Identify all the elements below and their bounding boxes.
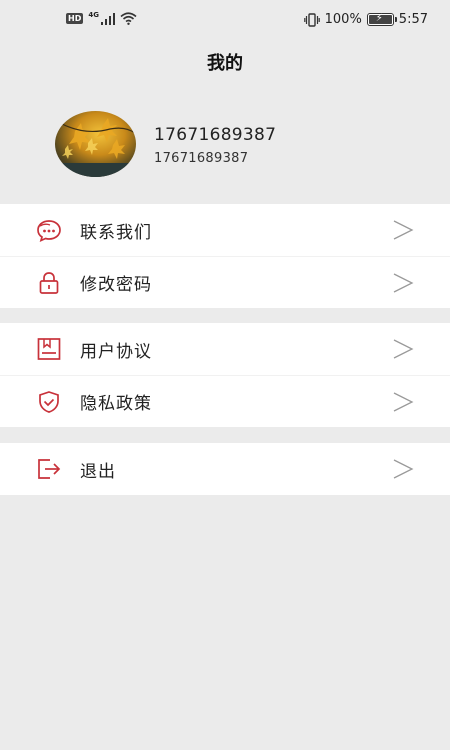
status-bar: HD 4G 100% ⚡ 5:57: [0, 0, 450, 42]
chevron-right-icon: [393, 392, 414, 412]
status-left: HD 4G: [66, 10, 137, 25]
profile-section[interactable]: 17671689387 17671689387: [55, 111, 415, 179]
menu-item-logout[interactable]: 退出: [0, 443, 450, 495]
menu-label-user-agreement: 用户协议: [80, 341, 152, 362]
menu-label-logout: 退出: [80, 461, 116, 482]
profile-phone: 17671689387: [154, 151, 249, 166]
menu-group-legal: 用户协议 隐私政策: [0, 323, 450, 427]
menu-item-user-agreement[interactable]: 用户协议: [0, 323, 450, 375]
avatar-image: [55, 111, 136, 177]
menu-group-contact: 联系我们 修改密码: [0, 204, 450, 308]
battery-icon: ⚡: [366, 13, 397, 26]
chevron-right-icon: [393, 273, 414, 293]
menu-item-change-password[interactable]: 修改密码: [0, 256, 450, 308]
agreement-icon: [37, 338, 61, 360]
clock: 5:57: [398, 12, 428, 27]
menu-group-logout: 退出: [0, 443, 450, 495]
menu-label-privacy-policy: 隐私政策: [80, 394, 152, 414]
menu-label-contact-us: 联系我们: [80, 222, 152, 243]
menu-label-change-password: 修改密码: [80, 275, 152, 295]
chat-icon: [37, 220, 61, 242]
logout-icon: [38, 459, 61, 479]
menu-item-privacy-policy[interactable]: 隐私政策: [0, 375, 450, 427]
network-type: 4G: [88, 10, 99, 19]
shield-icon: [39, 391, 59, 413]
vibrate-icon: [303, 12, 320, 27]
menu-item-contact-us[interactable]: 联系我们: [0, 204, 450, 256]
battery-percent: 100%: [324, 12, 362, 27]
lock-icon: [39, 272, 59, 294]
status-right: 100% ⚡ 5:57: [303, 12, 428, 27]
hd-badge: HD: [66, 13, 84, 24]
chevron-right-icon: [393, 459, 414, 479]
avatar[interactable]: [55, 111, 136, 177]
page-title: 我的: [207, 53, 243, 74]
chevron-right-icon: [393, 339, 414, 359]
profile-name: 17671689387: [154, 125, 277, 145]
signal-icon: [100, 12, 115, 25]
wifi-icon: [120, 12, 137, 25]
chevron-right-icon: [393, 220, 414, 240]
